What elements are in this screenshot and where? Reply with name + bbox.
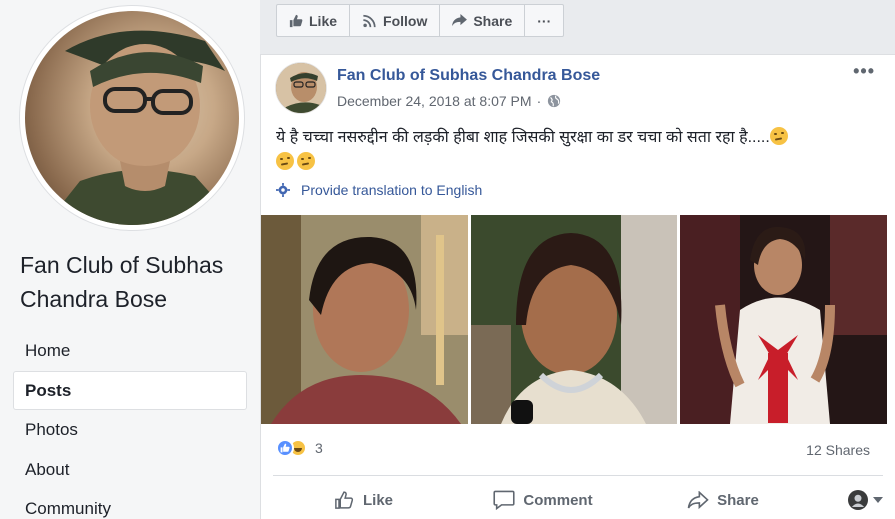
- post-author-avatar[interactable]: [276, 63, 326, 113]
- reaction-summary[interactable]: 3: [276, 439, 323, 457]
- post-like-label: Like: [362, 491, 393, 509]
- portrait-photo-woman-1: [261, 215, 468, 424]
- post-author-name[interactable]: Fan Club of Subhas Chandra Bose: [337, 67, 600, 85]
- page-sidebar: Fan Club of Subhas Chandra Bose Home Pos…: [0, 0, 260, 519]
- thumbs-up-icon: [333, 490, 355, 510]
- share-arrow-icon: [687, 490, 709, 510]
- post-action-bar: Like Comment Share: [273, 480, 883, 519]
- post-meta: December 24, 2018 at 8:07 PM ·: [337, 93, 561, 109]
- gear-icon: [276, 183, 290, 197]
- post-as-selector[interactable]: [813, 490, 883, 510]
- post-options-button[interactable]: •••: [853, 61, 875, 82]
- post-photo-3[interactable]: [680, 215, 887, 424]
- rss-icon: [362, 14, 377, 28]
- post-message: ये है चच्चा नसरुद्दीन की लड़की हीबा शाह …: [276, 125, 876, 175]
- post-divider: [273, 475, 883, 476]
- post-card: Fan Club of Subhas Chandra Bose December…: [260, 54, 895, 519]
- meta-separator: ·: [536, 93, 542, 109]
- share-count[interactable]: 12 Shares: [806, 442, 870, 458]
- post-share-label: Share: [717, 491, 759, 509]
- like-reaction-icon: [276, 439, 294, 457]
- profile-portrait-image: [45, 30, 239, 225]
- page-more-button[interactable]: ···: [525, 5, 563, 36]
- nav-item-community[interactable]: Community: [14, 490, 246, 519]
- chevron-down-icon: [873, 497, 883, 503]
- thinking-face-emoji: [769, 127, 788, 145]
- comment-bubble-icon: [493, 490, 515, 510]
- translation-link[interactable]: Provide translation to English: [276, 182, 482, 198]
- post-share-button[interactable]: Share: [633, 490, 813, 510]
- post-timestamp[interactable]: December 24, 2018 at 8:07 PM: [337, 93, 532, 109]
- page-action-bar: Like Follow Share ···: [276, 4, 565, 37]
- reaction-count: 3: [315, 440, 323, 456]
- thinking-face-emoji: [297, 152, 315, 170]
- post-photo-2[interactable]: [471, 215, 677, 424]
- page-share-button[interactable]: Share: [440, 5, 526, 36]
- page-like-button[interactable]: Like: [277, 5, 351, 36]
- page-profile-picture[interactable]: [20, 6, 244, 230]
- globe-icon[interactable]: [547, 94, 561, 108]
- portrait-photo-woman-3: [680, 215, 887, 424]
- post-photo-grid: [261, 215, 887, 424]
- post-comment-label: Comment: [523, 491, 593, 509]
- translation-link-label: Provide translation to English: [301, 182, 483, 198]
- page-share-label: Share: [473, 12, 513, 29]
- nav-item-photos[interactable]: Photos: [14, 411, 246, 448]
- post-like-button[interactable]: Like: [273, 490, 453, 510]
- post-comment-button[interactable]: Comment: [453, 490, 633, 510]
- page-like-label: Like: [309, 12, 338, 29]
- page-nav: Home Posts Photos About Community: [14, 332, 246, 519]
- post-message-text: ये है चच्चा नसरुद्दीन की लड़की हीबा शाह …: [276, 129, 770, 146]
- thinking-face-emoji: [276, 152, 294, 170]
- author-portrait-image: [276, 63, 326, 113]
- share-arrow-icon: [452, 14, 468, 27]
- post-photo-1[interactable]: [261, 215, 468, 424]
- more-options-icon: ···: [537, 12, 552, 29]
- nav-item-about[interactable]: About: [14, 451, 246, 488]
- page-title[interactable]: Fan Club of Subhas Chandra Bose: [20, 248, 255, 316]
- thumbs-up-icon: [289, 14, 303, 28]
- acting-page-avatar: [848, 490, 868, 510]
- nav-item-home[interactable]: Home: [14, 332, 246, 369]
- portrait-photo-woman-2: [471, 215, 677, 424]
- page-follow-label: Follow: [383, 12, 428, 29]
- nav-item-posts[interactable]: Posts: [14, 371, 246, 409]
- page-follow-button[interactable]: Follow: [350, 5, 441, 36]
